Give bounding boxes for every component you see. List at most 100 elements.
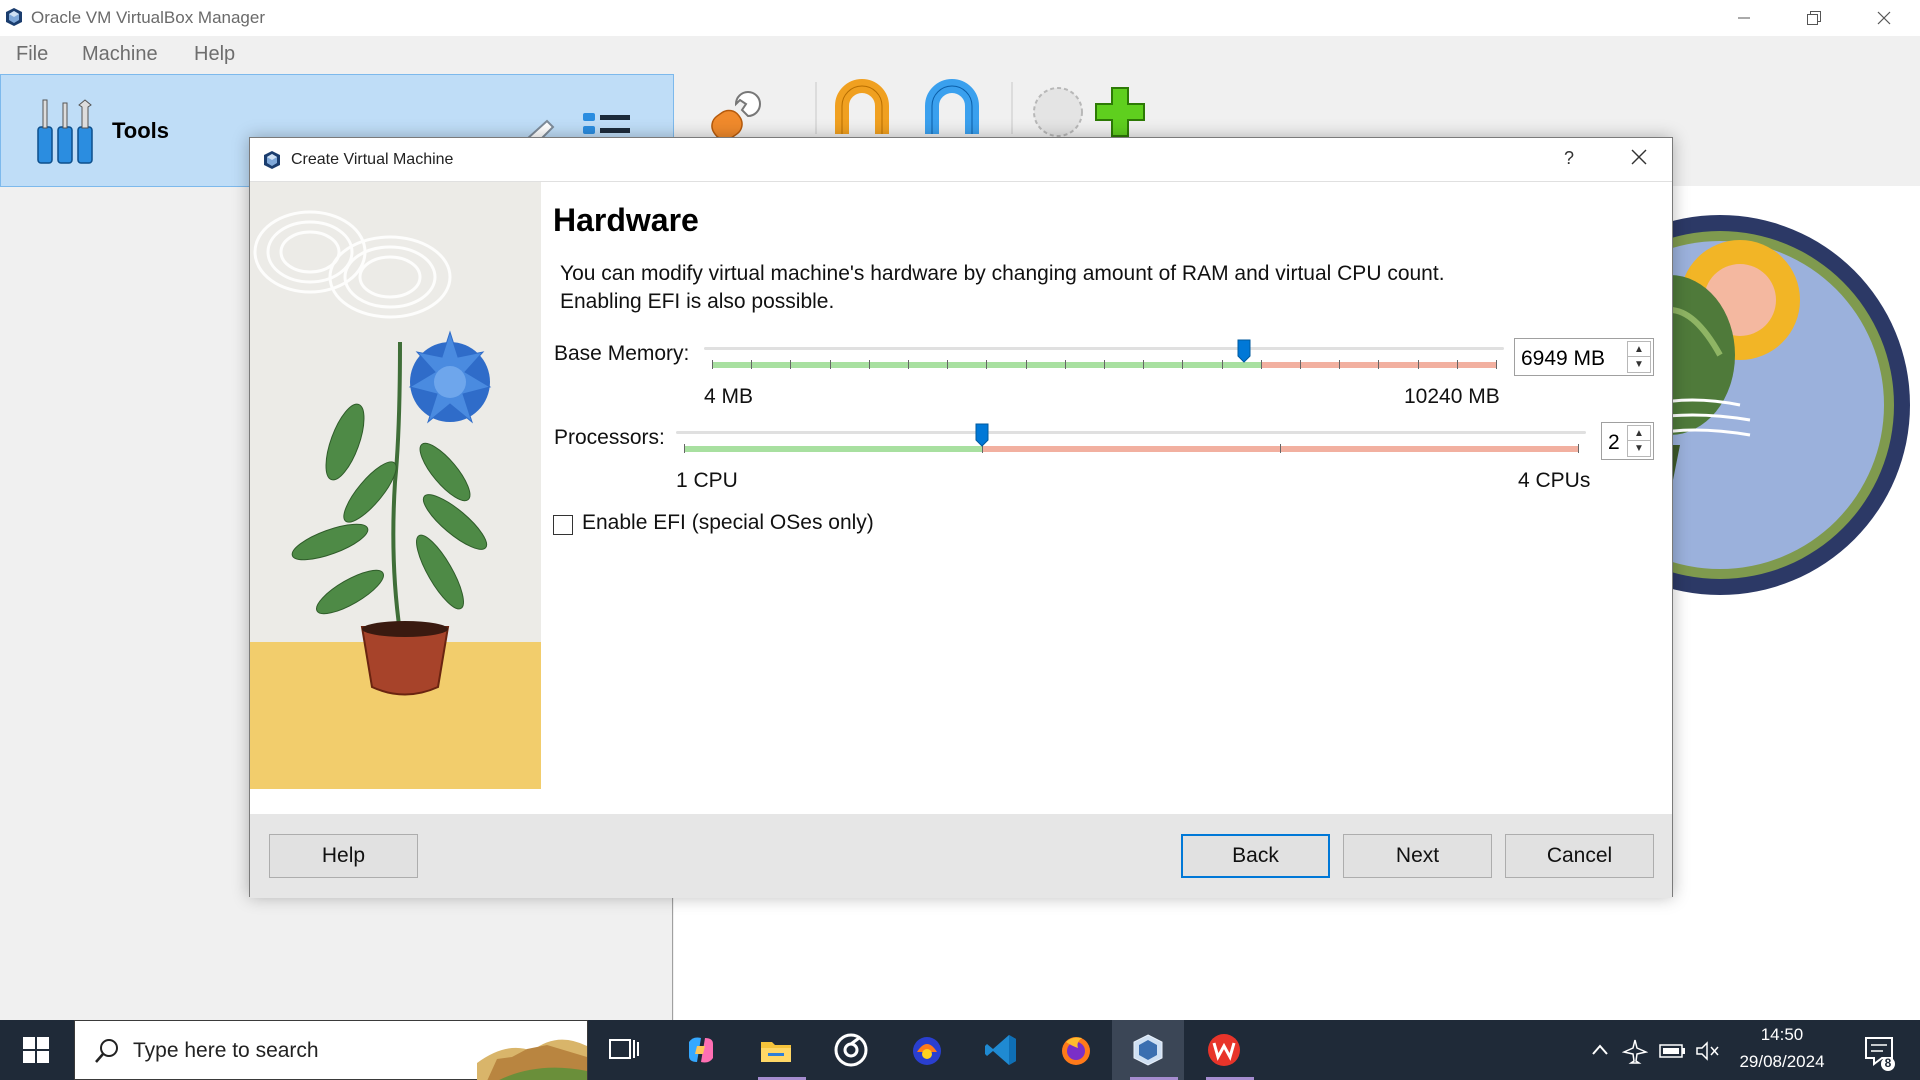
enable-efi-label[interactable]: Enable EFI (special OSes only) <box>582 511 874 535</box>
processors-label: Processors: <box>554 426 665 449</box>
spin-up-icon[interactable]: ▲ <box>1628 342 1650 357</box>
processors-max-label: 4 CPUs <box>1518 469 1591 492</box>
next-button[interactable]: Next <box>1343 834 1492 878</box>
volume-muted-icon[interactable] <box>1694 1038 1720 1064</box>
window-title: Oracle VM VirtualBox Manager <box>31 8 266 27</box>
slider-handle[interactable] <box>975 423 989 447</box>
clock-date[interactable]: 29/08/2024 <box>1734 1052 1830 1072</box>
slider-recommended-zone <box>684 446 982 452</box>
slider-handle[interactable] <box>1237 339 1251 363</box>
create-vm-dialog: Create Virtual Machine ? Hardware You ca… <box>249 137 1673 898</box>
close-icon <box>1877 11 1891 25</box>
menu-machine[interactable]: Machine <box>82 43 158 66</box>
spin-arrows[interactable]: ▲ ▼ <box>1627 425 1651 457</box>
back-button[interactable]: Back <box>1181 834 1330 878</box>
firefox-icon[interactable] <box>1058 1032 1094 1068</box>
slider-tick <box>1378 360 1380 369</box>
description-line-2: Enabling EFI is also possible. <box>560 290 835 313</box>
slider-tick <box>1578 444 1579 453</box>
obs-icon[interactable] <box>833 1032 869 1068</box>
slider-tick <box>1496 360 1497 369</box>
dialog-body: Hardware You can modify virtual machine'… <box>250 182 1672 814</box>
task-view-icon[interactable] <box>606 1032 642 1068</box>
spin-up-icon[interactable]: ▲ <box>1628 426 1650 441</box>
processors-slider[interactable] <box>676 423 1586 459</box>
base-memory-slider[interactable] <box>704 339 1504 375</box>
wizard-plant-illustration <box>250 182 541 789</box>
processors-spinbox[interactable]: 2 ▲ ▼ <box>1601 422 1654 460</box>
slider-tick <box>829 360 831 369</box>
spin-arrows[interactable]: ▲ ▼ <box>1627 341 1651 373</box>
tools-label: Tools <box>112 118 170 143</box>
media-app-icon[interactable] <box>909 1032 945 1068</box>
notification-count: 8 <box>1884 1056 1892 1070</box>
virtualbox-taskbar-icon[interactable] <box>1130 1032 1166 1068</box>
help-button[interactable]: Help <box>269 834 418 878</box>
export-icon[interactable] <box>925 79 979 134</box>
memory-max-label: 10240 MB <box>1404 385 1500 408</box>
cancel-button[interactable]: Cancel <box>1505 834 1654 878</box>
tools-icon <box>37 99 93 164</box>
new-disabled-icon <box>1033 87 1083 137</box>
dialog-titlebar: Create Virtual Machine ? <box>250 138 1672 182</box>
slider-tick <box>684 444 685 453</box>
dialog-close-button[interactable] <box>1630 145 1648 173</box>
menu-file[interactable]: File <box>16 43 48 66</box>
notification-icon <box>1865 1037 1895 1071</box>
notification-center-button[interactable]: 8 <box>1860 1032 1900 1072</box>
slider-tick <box>712 360 713 369</box>
slider-groove <box>676 431 1586 434</box>
description-line-1: You can modify virtual machine's hardwar… <box>560 262 1445 285</box>
slider-tick <box>1456 360 1458 369</box>
slider-tick <box>1300 360 1301 369</box>
taskbar: Type here to search 14:50 29/08/2024 8 <box>0 1020 1920 1080</box>
windows-icon <box>23 1037 49 1063</box>
slider-tick <box>1143 360 1145 369</box>
slider-groove <box>704 347 1504 350</box>
file-explorer-icon[interactable] <box>758 1032 794 1068</box>
spin-down-icon[interactable]: ▼ <box>1628 357 1650 372</box>
processors-value: 2 <box>1608 431 1620 454</box>
minimize-button[interactable] <box>1709 0 1779 36</box>
slider-tick <box>1104 360 1105 369</box>
search-highlight-image <box>477 1021 587 1080</box>
slider-tick <box>1221 360 1223 369</box>
page-description: You can modify virtual machine's hardwar… <box>560 260 1560 316</box>
slider-tick <box>1025 360 1027 369</box>
context-help-button[interactable]: ? <box>1564 148 1574 169</box>
clock-time[interactable]: 14:50 <box>1734 1025 1830 1045</box>
vscode-icon[interactable] <box>983 1032 1019 1068</box>
restore-icon <box>1807 11 1821 25</box>
battery-icon[interactable] <box>1658 1040 1686 1062</box>
memory-min-label: 4 MB <box>704 385 754 408</box>
virtualbox-app-icon <box>6 8 22 26</box>
base-memory-spinbox[interactable]: 6949 MB ▲ ▼ <box>1514 338 1654 376</box>
dialog-footer: Help Back Next Cancel <box>250 814 1672 898</box>
close-window-button[interactable] <box>1849 0 1919 36</box>
slider-tick <box>751 360 753 369</box>
virtualbox-dialog-icon <box>264 151 280 169</box>
taskbar-search-box[interactable]: Type here to search <box>74 1020 588 1080</box>
page-heading: Hardware <box>553 202 699 238</box>
search-icon <box>95 1039 118 1063</box>
restore-button[interactable] <box>1779 0 1849 36</box>
chevron-up-icon[interactable] <box>1590 1040 1610 1060</box>
add-icon[interactable] <box>1095 87 1145 137</box>
menu-help[interactable]: Help <box>194 43 235 66</box>
close-icon <box>1631 149 1647 165</box>
base-memory-label: Base Memory: <box>554 342 690 365</box>
start-button[interactable] <box>0 1020 72 1080</box>
slider-tick <box>868 360 870 369</box>
wps-office-icon[interactable] <box>1206 1032 1242 1068</box>
enable-efi-checkbox[interactable] <box>553 515 573 535</box>
slider-tick <box>986 360 988 369</box>
menu-bar: File Machine Help <box>0 36 1920 72</box>
import-icon[interactable] <box>835 79 889 134</box>
main-titlebar: Oracle VM VirtualBox Manager <box>0 0 1920 36</box>
copilot-icon[interactable] <box>683 1032 719 1068</box>
airplane-mode-icon[interactable] <box>1622 1038 1648 1064</box>
slider-tick <box>1339 360 1341 369</box>
slider-tick <box>1280 444 1281 453</box>
spin-down-icon[interactable]: ▼ <box>1628 441 1650 456</box>
dialog-title: Create Virtual Machine <box>291 151 454 168</box>
